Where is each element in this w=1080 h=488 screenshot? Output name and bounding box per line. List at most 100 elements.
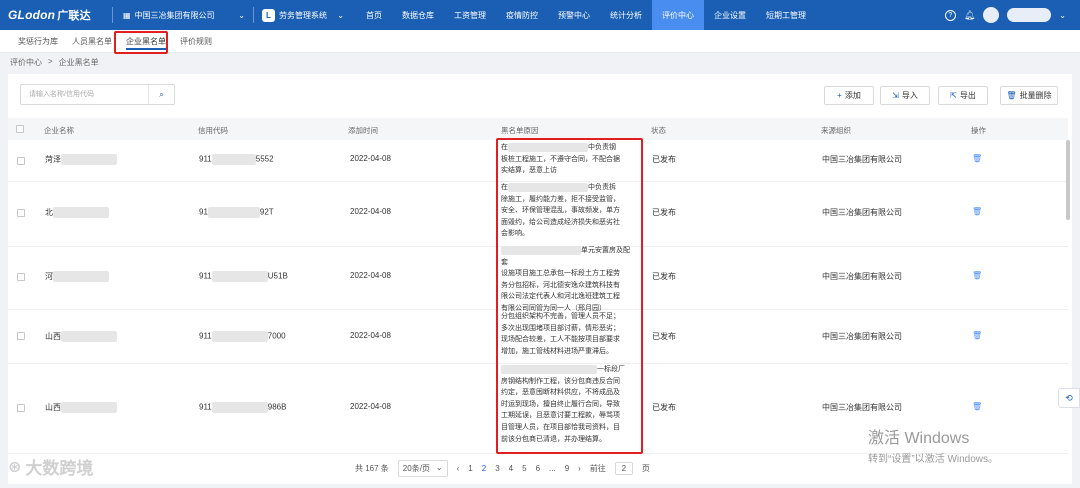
redacted xyxy=(53,271,109,283)
goto-suffix: 页 xyxy=(641,464,650,473)
page-ellipsis[interactable]: ... xyxy=(549,464,556,473)
redacted xyxy=(508,142,588,152)
system-switcher[interactable]: L 劳务管理系统 ⌄ xyxy=(254,8,352,22)
nav-salary[interactable]: 工资管理 xyxy=(444,0,496,30)
delete-icon[interactable]: 🗑︎ xyxy=(972,207,982,216)
row-checkbox[interactable] xyxy=(17,332,25,340)
chevron-down-icon: ⌄ xyxy=(435,463,443,472)
help-icon[interactable]: ? xyxy=(944,9,956,21)
company-switcher[interactable]: ▦ 中国三冶集团有限公司 ⌄ xyxy=(113,10,253,21)
chevron-down-icon: ⌄ xyxy=(238,10,245,20)
nav-epidemic[interactable]: 疫情防控 xyxy=(496,0,548,30)
blacklist-reason: 在中负责钢 板桩工程施工，不遵守合同，不配合据 实结算，恶意上访 xyxy=(501,142,620,175)
delete-icon[interactable]: 🗑︎ xyxy=(972,271,982,280)
col-name[interactable]: 企业名称 xyxy=(44,125,74,136)
page-3[interactable]: 3 xyxy=(495,464,499,473)
search-icon[interactable]: ⌕ xyxy=(148,85,174,104)
nav-enterprise-settings[interactable]: 企业设置 xyxy=(704,0,756,30)
row-checkbox[interactable] xyxy=(17,404,25,412)
watermark-line2: 转到“设置”以激活 Windows。 xyxy=(868,454,999,465)
logo-text: GLodon xyxy=(8,8,56,22)
select-all-checkbox[interactable] xyxy=(16,125,24,133)
credit-code: 91 92T xyxy=(199,207,274,218)
add-label: 添加 xyxy=(844,91,861,100)
logo-cn: 广联达 xyxy=(57,10,91,22)
page-1[interactable]: 1 xyxy=(468,464,472,473)
delete-icon[interactable]: 🗑︎ xyxy=(972,154,982,163)
avatar[interactable] xyxy=(983,7,1000,23)
company-name: 河 xyxy=(45,271,109,283)
logo[interactable]: GLodon 广联达 xyxy=(0,7,112,23)
col-org[interactable]: 来源组织 xyxy=(821,125,851,136)
col-reason[interactable]: 黑名单原因 xyxy=(501,125,539,136)
search-input[interactable] xyxy=(21,85,148,104)
add-button[interactable]: + 添加 xyxy=(824,86,874,105)
company-name: 中国三冶集团有限公司 xyxy=(134,10,215,20)
page-5[interactable]: 5 xyxy=(522,464,526,473)
page-4[interactable]: 4 xyxy=(509,464,513,473)
windows-watermark: 激活 Windows 转到“设置”以激活 Windows。 xyxy=(868,424,998,465)
bell-icon[interactable]: 🔔︎ xyxy=(964,10,975,21)
batch-delete-label: 批量删除 xyxy=(1019,91,1052,100)
credit-code: 911 7000 xyxy=(199,331,286,342)
nav-data-warehouse[interactable]: 数据仓库 xyxy=(392,0,444,30)
nav-home[interactable]: 首页 xyxy=(356,0,392,30)
nav-evaluation[interactable]: 评价中心 xyxy=(652,0,704,30)
row-checkbox[interactable] xyxy=(17,157,25,165)
blacklist-reason: 在中负责拆 除施工，履约能力差，拒不接受监管， 安全、环保管理混乱，事故频发，单… xyxy=(501,182,620,238)
prev-page-button[interactable]: ‹ xyxy=(457,464,460,473)
status: 已发布 xyxy=(652,403,676,412)
col-code[interactable]: 信用代码 xyxy=(198,125,228,136)
nav-short-term[interactable]: 短期工管理 xyxy=(756,0,816,30)
redacted xyxy=(211,271,268,282)
company-name: 北 xyxy=(45,207,109,219)
refresh-float-button[interactable]: ⟲ xyxy=(1058,388,1080,408)
main-card: ⌕ +添加 ⇲导入 ⇱导出 🗑︎批量删除 企业名称 信用代码 添加时间 黑名单原… xyxy=(8,74,1072,484)
added-date: 2022-04-08 xyxy=(350,154,391,163)
redacted xyxy=(211,154,256,165)
blacklist-reason: 一标段厂 房钢结构制作工程，该分包商违反合同 约定，恶意囤断材料供应，不将成品及… xyxy=(501,364,625,443)
system-name: 劳务管理系统 xyxy=(279,10,327,20)
col-status[interactable]: 状态 xyxy=(651,125,666,136)
tab-person-blacklist[interactable]: 人员黑名单 xyxy=(72,30,112,53)
source-org: 中国三冶集团有限公司 xyxy=(822,208,902,217)
refresh-icon: ⟲ xyxy=(1065,392,1073,403)
status: 已发布 xyxy=(652,208,676,217)
row-checkbox[interactable] xyxy=(17,209,25,217)
import-button[interactable]: ⇲ 导入 xyxy=(880,86,930,105)
col-date[interactable]: 添加时间 xyxy=(348,125,378,136)
redacted xyxy=(508,182,588,192)
import-icon: ⇲ xyxy=(892,91,899,100)
page-9[interactable]: 9 xyxy=(565,464,569,473)
user-name-blurred[interactable] xyxy=(1007,8,1052,22)
redacted xyxy=(207,207,260,218)
blacklist-reason: 单元安置房及配套 设施项目施工总承包一标段土方工程劳 务分包招标，河北德安逸众建… xyxy=(501,245,630,312)
goto-page-input[interactable]: 2 xyxy=(614,462,633,475)
nav-alert-center[interactable]: 预警中心 xyxy=(548,0,600,30)
export-button[interactable]: ⇱ 导出 xyxy=(938,86,988,105)
tab-evaluation-rules[interactable]: 评价规则 xyxy=(180,30,212,53)
col-actions: 操作 xyxy=(971,126,986,135)
search-box: ⌕ xyxy=(20,84,175,105)
page-6[interactable]: 6 xyxy=(536,464,540,473)
breadcrumb-item[interactable]: 评价中心 xyxy=(10,57,42,68)
scrollbar-thumb[interactable] xyxy=(1066,140,1070,220)
redacted xyxy=(61,154,117,166)
credit-code: 911 986B xyxy=(199,402,287,413)
page-2[interactable]: 2 xyxy=(482,464,486,473)
tab-reward-punish[interactable]: 奖惩行为库 xyxy=(18,30,58,53)
source-org: 中国三冶集团有限公司 xyxy=(822,272,902,281)
page-size-select[interactable]: 20条/页 ⌄ xyxy=(397,460,448,477)
top-navbar: GLodon 广联达 ▦ 中国三冶集团有限公司 ⌄ L 劳务管理系统 ⌄ 首页 数… xyxy=(0,0,1080,30)
added-date: 2022-04-08 xyxy=(350,331,391,340)
nav-statistics[interactable]: 统计分析 xyxy=(600,0,652,30)
delete-icon[interactable]: 🗑︎ xyxy=(972,402,982,411)
row-checkbox[interactable] xyxy=(17,273,25,281)
system-badge-icon: L xyxy=(262,8,275,22)
delete-icon[interactable]: 🗑︎ xyxy=(972,331,982,340)
pagination: 共 167 条 20条/页 ⌄ ‹ 1 2 3 4 5 6 ... 9 › 前往 … xyxy=(355,460,650,477)
next-page-button[interactable]: › xyxy=(578,464,581,473)
breadcrumb: 评价中心 > 企业黑名单 xyxy=(10,57,99,68)
batch-delete-button[interactable]: 🗑︎ 批量删除 xyxy=(1000,86,1058,105)
tab-enterprise-blacklist[interactable]: 企业黑名单 xyxy=(122,30,170,53)
